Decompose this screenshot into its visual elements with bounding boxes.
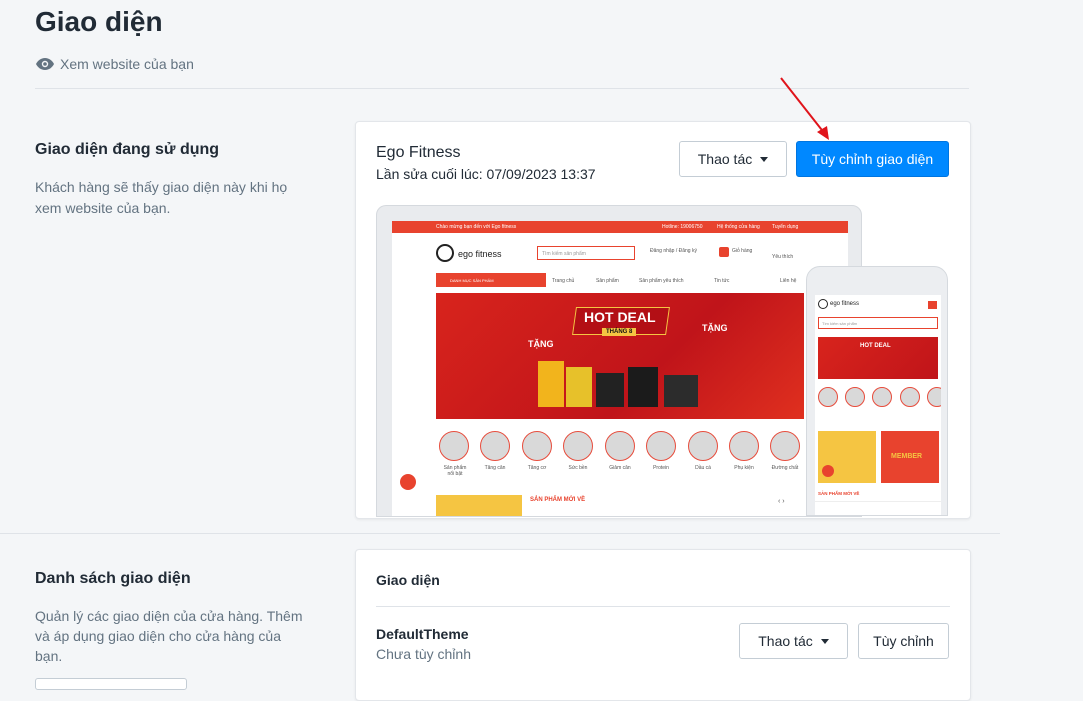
current-theme-heading: Giao diện đang sử dụng xyxy=(35,141,220,158)
current-theme-actions-button[interactable]: Thao tác xyxy=(679,141,787,177)
preview-nav-products: Sản phẩm xyxy=(596,278,619,284)
default-theme-name: DefaultTheme xyxy=(376,626,469,642)
customize-theme-button[interactable]: Tùy chỉnh giao diện xyxy=(796,141,949,177)
current-theme-name: Ego Fitness xyxy=(376,144,461,161)
product-tub-2 xyxy=(566,367,592,407)
mobile-category-circle xyxy=(818,387,838,407)
preview-carousel-arrows: ‹ › xyxy=(778,498,785,505)
preview-store-system: Hệ thống cửa hàng xyxy=(717,224,760,230)
section-divider xyxy=(0,533,1000,534)
preview-hotline: Hotline: 19006750 xyxy=(662,224,703,230)
preview-category-menu: DANH MỤC SẢN PHẨM xyxy=(436,273,546,287)
mobile-category-circle xyxy=(900,387,920,407)
mobile-cart-icon xyxy=(928,301,937,309)
preview-search-placeholder: Tìm kiếm sản phẩm xyxy=(542,251,586,257)
preview-nav-favorites: Sản phẩm yêu thích xyxy=(639,278,684,284)
theme-list-description: Quản lý các giao diện của cửa hàng. Thêm… xyxy=(35,608,303,664)
product-tub-4 xyxy=(628,367,658,407)
preview-nav-home: Trang chủ xyxy=(552,278,575,284)
default-theme-customize-button[interactable]: Tùy chỉnh xyxy=(858,623,949,659)
preview-logo-text: ego fitness xyxy=(458,249,502,259)
preview-category-label: Protein xyxy=(653,465,669,471)
mobile-preview: ego fitness Tìm kiếm sản phẩm HOT DEAL M… xyxy=(806,266,948,516)
theme-list-heading: Danh sách giao diện xyxy=(35,570,191,587)
page-title: Giao diện xyxy=(35,6,163,37)
preview-cart-icon xyxy=(719,247,729,257)
view-website-label[interactable]: Xem website của bạn xyxy=(60,56,194,72)
preview-login: Đăng nhập / Đăng ký xyxy=(650,248,697,254)
preview-category-circle xyxy=(688,431,718,461)
mobile-category-circle xyxy=(845,387,865,407)
theme-list-card-title: Giao diện xyxy=(376,572,440,588)
preview-topbar-welcome: Chào mừng bạn đến với Ego fitness xyxy=(436,224,517,230)
default-theme-actions-button[interactable]: Thao tác xyxy=(739,623,848,659)
theme-list-card-divider xyxy=(376,606,950,607)
preview-recruit: Tuyển dụng xyxy=(772,224,799,230)
mobile-hero-banner: HOT DEAL xyxy=(818,337,938,379)
preview-cart-text: Giỏ hàng xyxy=(732,248,753,254)
mobile-bell-icon xyxy=(822,465,834,477)
mobile-new-products: SẢN PHẨM MỚI VỀ xyxy=(818,491,860,496)
actions-label: Thao tác xyxy=(697,151,753,167)
preview-category-circle xyxy=(480,431,510,461)
view-website-link[interactable]: Xem website của bạn xyxy=(36,56,194,72)
preview-category-label: Giảm cân xyxy=(609,465,631,471)
actions-label: Thao tác xyxy=(758,633,813,649)
default-theme-status: Chưa tùy chỉnh xyxy=(376,646,471,662)
desktop-preview: Chào mừng bạn đến với Ego fitness Hotlin… xyxy=(376,205,862,517)
hot-deal-subtitle: THÁNG 8 xyxy=(602,328,637,336)
chevron-down-icon xyxy=(760,156,769,162)
mobile-logo-icon xyxy=(818,299,828,309)
preview-category-circle xyxy=(439,431,469,461)
preview-category-circle xyxy=(563,431,593,461)
preview-promo-tile xyxy=(436,495,522,516)
preview-search: Tìm kiếm sản phẩm xyxy=(537,246,635,260)
preview-category-label: Sản phẩm nổi bật xyxy=(443,465,467,477)
preview-category-label: Đường chất xyxy=(771,465,799,471)
add-theme-button[interactable] xyxy=(35,678,187,690)
preview-category-label: Phụ kiện xyxy=(734,465,754,471)
mobile-search-placeholder: Tìm kiếm sản phẩm xyxy=(822,321,858,326)
mobile-preview-screen: ego fitness Tìm kiếm sản phẩm HOT DEAL M… xyxy=(815,295,941,515)
product-tub-1 xyxy=(538,361,564,407)
preview-category-label: Dầu cá xyxy=(695,465,711,471)
product-tub-3 xyxy=(596,373,624,407)
preview-category-circle xyxy=(605,431,635,461)
preview-bell-icon xyxy=(400,474,416,490)
mobile-category-circle xyxy=(872,387,892,407)
preview-category-circle xyxy=(522,431,552,461)
preview-category-circle xyxy=(729,431,759,461)
preview-topbar: Chào mừng bạn đến với Ego fitness Hotlin… xyxy=(392,221,848,233)
current-theme-description: Khách hàng sẽ thấy giao diện này khi họ … xyxy=(35,179,288,216)
gift-label-right: TẶNG xyxy=(702,323,728,333)
preview-category-label: Tăng cơ xyxy=(527,465,547,471)
product-tub-5 xyxy=(664,375,698,407)
preview-fav-text: Yêu thích xyxy=(772,254,794,260)
mobile-member-banner: MEMBER xyxy=(891,453,923,460)
preview-category-label: Sức bền xyxy=(568,465,588,471)
preview-category-circle xyxy=(770,431,800,461)
mobile-category-circle xyxy=(927,387,941,407)
preview-category-label: Tăng cân xyxy=(484,465,506,471)
preview-category-circle xyxy=(646,431,676,461)
mobile-logo-text: ego fitness xyxy=(830,301,860,307)
preview-nav-contact: Liên hệ xyxy=(780,278,797,284)
preview-nav-news: Tin tức xyxy=(714,278,730,284)
mobile-search: Tìm kiếm sản phẩm xyxy=(818,317,938,329)
preview-logo-icon xyxy=(436,244,454,262)
last-edited-text: Lần sửa cuối lúc: 07/09/2023 13:37 xyxy=(376,166,596,182)
preview-category-label: DANH MỤC SẢN PHẨM xyxy=(450,278,494,283)
preview-hero-banner: HOT DEAL THÁNG 8 TẶNG TẶNG xyxy=(436,293,804,419)
preview-new-products: SẢN PHẨM MỚI VỀ xyxy=(530,497,586,503)
gift-label-left: TẶNG xyxy=(528,339,554,349)
eye-icon xyxy=(36,58,54,70)
mobile-promo-tile-2: MEMBER xyxy=(881,431,939,483)
desktop-preview-screen: Chào mừng bạn đến với Ego fitness Hotlin… xyxy=(392,221,848,516)
chevron-down-icon xyxy=(820,638,829,644)
mobile-hot-deal: HOT DEAL xyxy=(860,343,891,349)
hot-deal-title: HOT DEAL xyxy=(584,309,656,325)
annotation-arrow-icon xyxy=(780,77,829,140)
mobile-bottom-nav xyxy=(815,501,941,515)
